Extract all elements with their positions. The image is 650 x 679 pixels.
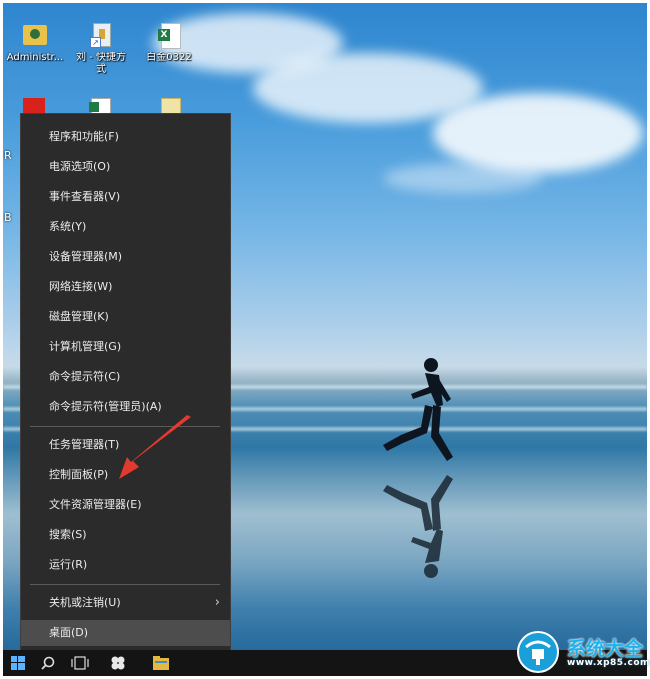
menu-item-power-options[interactable]: 电源选项(O) xyxy=(21,154,230,180)
runner-silhouette xyxy=(383,358,453,578)
winx-context-menu: 程序和功能(F) 电源选项(O) 事件查看器(V) 系统(Y) 设备管理器(M)… xyxy=(20,113,231,651)
menu-item-file-explorer[interactable]: 文件资源管理器(E) xyxy=(21,492,230,518)
menu-item-desktop[interactable]: 桌面(D) xyxy=(21,620,230,646)
partial-label: R xyxy=(4,149,12,162)
menu-item-device-manager[interactable]: 设备管理器(M) xyxy=(21,244,230,270)
menu-separator xyxy=(30,584,220,585)
desktop-icon-excel-file[interactable]: X 白金0322 xyxy=(137,21,201,64)
explorer-icon[interactable] xyxy=(146,650,176,676)
desktop-icon-label: 白金0322 xyxy=(146,52,192,63)
watermark-logo: 系统大全 www.xp85.com xyxy=(513,628,650,676)
shortcut-icon: ↗ xyxy=(87,21,115,49)
menu-item-command-prompt[interactable]: 命令提示符(C) xyxy=(21,364,230,390)
menu-item-network-connections[interactable]: 网络连接(W) xyxy=(21,274,230,300)
menu-item-event-viewer[interactable]: 事件查看器(V) xyxy=(21,184,230,210)
menu-item-programs-features[interactable]: 程序和功能(F) xyxy=(21,124,230,150)
chevron-right-icon: › xyxy=(214,595,220,610)
desktop-icon-label: 刘 - 快捷方式 xyxy=(76,52,126,75)
menu-item-shutdown-signout[interactable]: 关机或注销(U) › xyxy=(21,590,230,616)
task-view-icon[interactable] xyxy=(65,650,95,676)
excel-file-icon: X xyxy=(155,21,183,49)
menu-item-computer-management[interactable]: 计算机管理(G) xyxy=(21,334,230,360)
cloud xyxy=(433,93,643,173)
watermark-url: www.xp85.com xyxy=(567,658,650,668)
partial-label: B xyxy=(4,211,12,224)
app-icon[interactable] xyxy=(103,650,133,676)
user-folder-icon xyxy=(21,21,49,49)
watermark-title: 系统大全 xyxy=(567,638,644,660)
windows-start-icon[interactable] xyxy=(3,650,33,676)
desktop-icon-shortcut[interactable]: ↗ 刘 - 快捷方式 xyxy=(69,21,133,76)
red-arrow-annotation xyxy=(119,415,191,479)
menu-item-search[interactable]: 搜索(S) xyxy=(21,522,230,548)
menu-item-disk-management[interactable]: 磁盘管理(K) xyxy=(21,304,230,330)
menu-item-label: 关机或注销(U) xyxy=(49,596,121,609)
desktop: Administr... ↗ 刘 - 快捷方式 X 白金0322 R B 程序和… xyxy=(3,3,647,676)
cloud xyxy=(383,163,543,193)
menu-item-system[interactable]: 系统(Y) xyxy=(21,214,230,240)
watermark-emblem-icon xyxy=(517,631,559,673)
search-icon[interactable] xyxy=(33,650,63,676)
menu-item-run[interactable]: 运行(R) xyxy=(21,552,230,578)
desktop-icon-label: Administr... xyxy=(6,52,64,63)
desktop-icon-administrator[interactable]: Administr... xyxy=(3,21,67,64)
